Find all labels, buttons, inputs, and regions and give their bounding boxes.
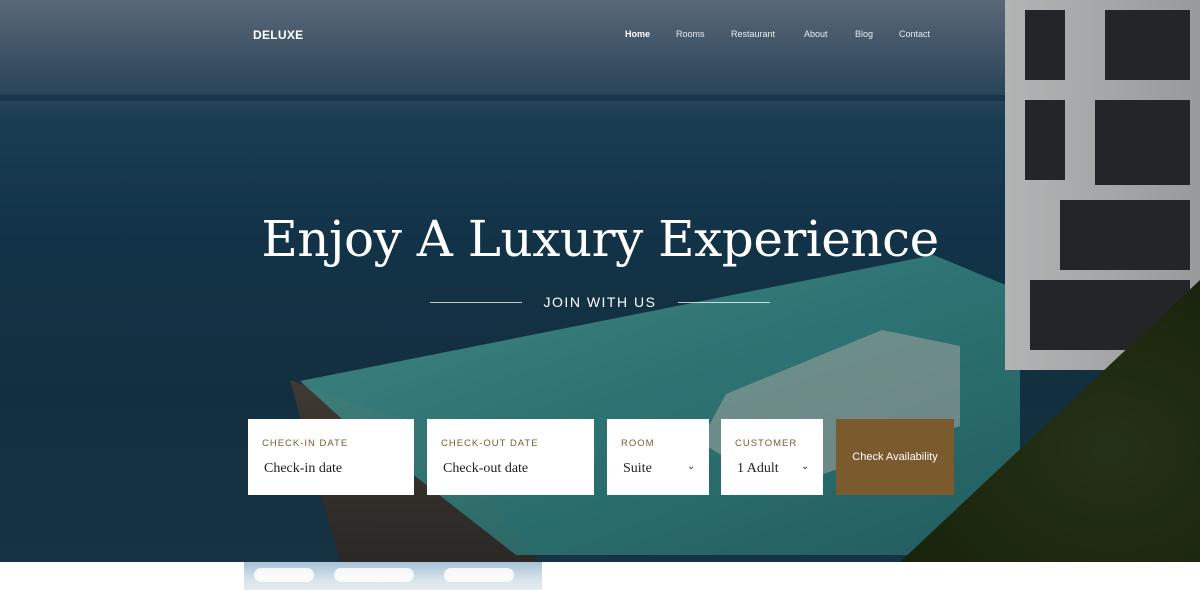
- check-availability-button[interactable]: Check Availability: [836, 419, 954, 495]
- hero-overlay: [0, 0, 1200, 562]
- customer-value[interactable]: 1 Adult: [737, 461, 779, 477]
- nav-item-contact[interactable]: Contact: [899, 29, 930, 39]
- room-value[interactable]: Suite: [623, 461, 652, 477]
- customer-select[interactable]: CUSTOMER 1 Adult ⌄: [721, 419, 823, 495]
- nav-item-rooms[interactable]: Rooms: [676, 29, 705, 39]
- room-label: ROOM: [621, 438, 655, 449]
- nav-item-about[interactable]: About: [804, 29, 828, 39]
- checkin-field[interactable]: CHECK-IN DATE Check-in date: [248, 419, 414, 495]
- chevron-down-icon[interactable]: ⌄: [687, 461, 695, 472]
- logo[interactable]: DELUXE: [253, 28, 303, 42]
- nav-item-blog[interactable]: Blog: [855, 29, 873, 39]
- section-image-thumbnail: [244, 562, 542, 590]
- checkout-input[interactable]: Check-out date: [443, 461, 528, 477]
- hero-subtitle-text: JOIN WITH US: [543, 294, 657, 310]
- checkin-input[interactable]: Check-in date: [264, 461, 342, 477]
- hero-subtitle: JOIN WITH US: [430, 292, 770, 312]
- nav-item-home[interactable]: Home: [625, 29, 650, 39]
- nav-item-restaurant[interactable]: Restaurant: [731, 29, 775, 39]
- checkout-label: CHECK-OUT DATE: [441, 438, 539, 449]
- checkout-field[interactable]: CHECK-OUT DATE Check-out date: [427, 419, 594, 495]
- chevron-down-icon[interactable]: ⌄: [801, 461, 809, 472]
- room-select[interactable]: ROOM Suite ⌄: [607, 419, 709, 495]
- customer-label: CUSTOMER: [735, 438, 798, 449]
- checkin-label: CHECK-IN DATE: [262, 438, 349, 449]
- hero-title: Enjoy A Luxury Experience: [261, 210, 939, 268]
- hero-section: DELUXE Home Rooms Restaurant About Blog …: [0, 0, 1200, 562]
